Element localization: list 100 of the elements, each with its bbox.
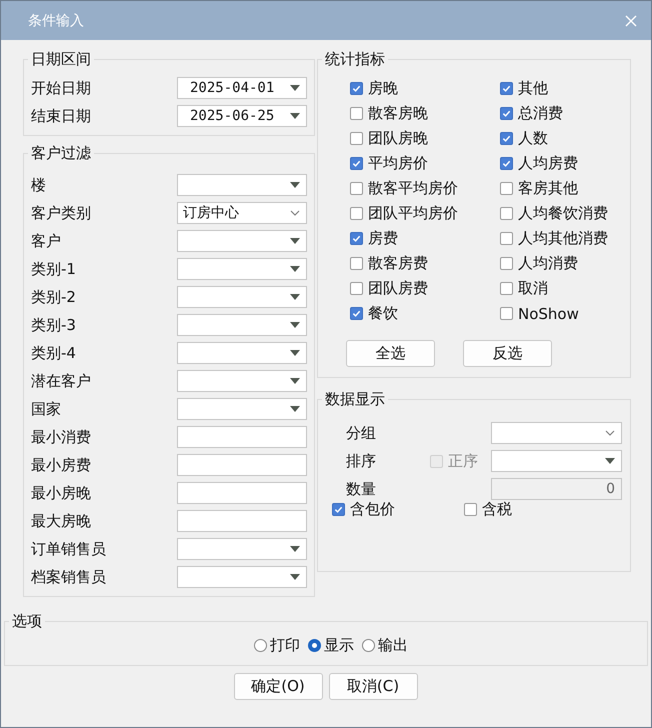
checkbox[interactable]	[332, 503, 345, 516]
date-picker[interactable]: 2025-06-25	[177, 105, 307, 127]
dropdown[interactable]	[177, 286, 307, 308]
checkbox-label: 团队房费	[368, 279, 428, 298]
field-label: 客户	[31, 231, 62, 252]
checkbox-label: 总消费	[518, 104, 563, 123]
checkbox-label: 人数	[518, 129, 548, 148]
field-label: 最小房费	[31, 455, 92, 476]
dropdown[interactable]	[177, 398, 307, 420]
checkbox-label: NoShow	[518, 304, 579, 322]
checkbox-label: 平均房价	[368, 154, 428, 173]
checkbox[interactable]	[464, 503, 477, 516]
field-label: 档案销售员	[31, 567, 107, 588]
checkbox[interactable]	[500, 182, 513, 195]
caret-icon	[290, 574, 300, 580]
caret-icon	[290, 378, 300, 384]
date-picker[interactable]: 2025-04-01	[177, 77, 307, 99]
dropdown[interactable]	[177, 258, 307, 280]
checkbox[interactable]	[350, 82, 363, 95]
close-icon[interactable]	[625, 14, 637, 26]
input-field[interactable]	[177, 426, 307, 448]
push-button[interactable]: 全选	[346, 340, 435, 367]
checkbox[interactable]	[500, 257, 513, 270]
push-button[interactable]: 确定(O)	[234, 673, 322, 700]
checkbox-label: 房晚	[368, 79, 398, 98]
radio-label: 显示	[324, 636, 354, 655]
checkbox[interactable]	[500, 157, 513, 170]
caret-icon	[605, 458, 615, 464]
checkbox[interactable]	[350, 232, 363, 245]
checkbox-label: 含税	[482, 500, 512, 519]
checkbox-label: 人均房费	[518, 154, 578, 173]
input-field[interactable]	[177, 482, 307, 504]
checkbox[interactable]	[350, 257, 363, 270]
checkbox-label: 客房其他	[518, 179, 578, 198]
checkbox-label: 房费	[368, 229, 398, 248]
checkbox[interactable]	[500, 232, 513, 245]
checkbox-label: 餐饮	[368, 304, 398, 323]
caret-icon	[290, 406, 300, 412]
group-title: 日期区间	[30, 50, 92, 68]
checkbox[interactable]	[500, 307, 513, 320]
caret-icon	[290, 113, 300, 119]
caret-icon	[290, 350, 300, 356]
checkbox-label: 散客房晚	[368, 104, 428, 123]
checkbox[interactable]	[350, 207, 363, 220]
checkbox[interactable]	[350, 157, 363, 170]
group-title: 客户过滤	[30, 144, 92, 162]
checkbox[interactable]	[350, 182, 363, 195]
field-label: 客户类别	[31, 203, 92, 224]
dropdown[interactable]	[177, 566, 307, 588]
dropdown[interactable]	[177, 174, 307, 196]
window-title: 条件输入	[28, 12, 84, 30]
caret-icon	[290, 322, 300, 328]
caret-icon	[290, 294, 300, 300]
checkbox[interactable]	[350, 107, 363, 120]
checkbox-label: 散客平均房价	[368, 179, 458, 198]
dropdown[interactable]	[177, 230, 307, 252]
dropdown[interactable]: 订房中心	[177, 202, 307, 224]
caret-icon	[290, 85, 300, 91]
dropdown[interactable]	[491, 422, 622, 444]
checkbox-label: 人均餐饮消费	[518, 204, 608, 223]
radio-label: 打印	[270, 636, 300, 655]
checkbox[interactable]	[350, 132, 363, 145]
caret-icon	[290, 546, 300, 552]
field-label: 最小房晚	[31, 483, 92, 504]
checkbox[interactable]	[350, 307, 363, 320]
radio-button[interactable]	[254, 639, 267, 652]
checkbox[interactable]	[500, 282, 513, 295]
dropdown[interactable]	[177, 538, 307, 560]
radio-button[interactable]	[308, 639, 321, 652]
push-button[interactable]: 取消(C)	[328, 673, 418, 700]
field-label: 类别-4	[31, 343, 77, 364]
checkbox-label: 人均消费	[518, 254, 578, 273]
field-label: 最小消费	[31, 427, 92, 448]
caret-icon	[290, 238, 300, 244]
checkbox[interactable]	[350, 282, 363, 295]
dropdown[interactable]	[177, 314, 307, 336]
checkbox-label: 人均其他消费	[518, 229, 608, 248]
input-field[interactable]	[177, 454, 307, 476]
dropdown[interactable]	[177, 370, 307, 392]
input-field[interactable]	[177, 510, 307, 532]
radio-label: 输出	[378, 636, 408, 655]
field-label: 排序	[346, 451, 377, 472]
checkbox[interactable]	[500, 132, 513, 145]
caret-icon	[290, 266, 300, 272]
field-label: 数量	[346, 479, 377, 500]
field-label: 分组	[346, 423, 377, 444]
checkbox-label: 正序	[448, 451, 478, 472]
checkbox-label: 团队房晚	[368, 129, 428, 148]
dropdown[interactable]	[491, 450, 622, 472]
field-label: 类别-3	[31, 315, 77, 336]
checkbox[interactable]	[500, 107, 513, 120]
checkbox[interactable]	[500, 82, 513, 95]
radio-button[interactable]	[362, 639, 375, 652]
dropdown[interactable]	[177, 342, 307, 364]
field-label: 订单销售员	[31, 539, 107, 560]
push-button[interactable]: 反选	[463, 340, 552, 367]
checkbox[interactable]	[500, 207, 513, 220]
checkbox-label: 取消	[518, 279, 548, 298]
caret-icon	[290, 182, 300, 188]
field-label: 类别-2	[31, 287, 77, 308]
